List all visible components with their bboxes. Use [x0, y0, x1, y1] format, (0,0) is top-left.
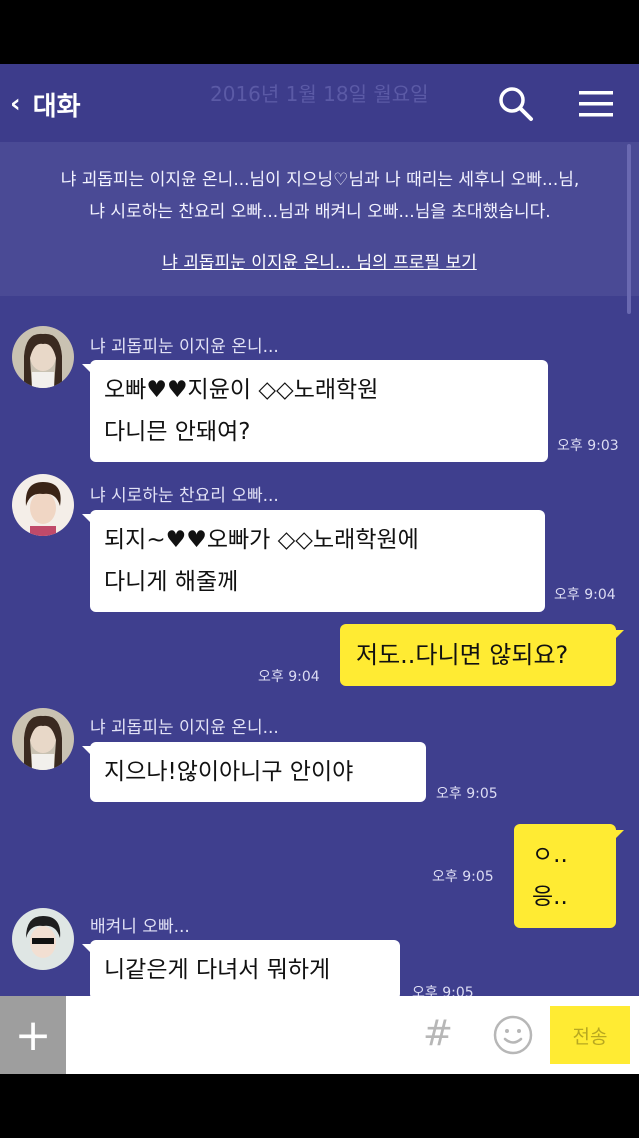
- sender-name: 냐 괴돕피눈 이지윤 온니...: [90, 337, 279, 357]
- message-bubble[interactable]: 니같은게 다녀서 뭐하게: [90, 940, 400, 1000]
- avatar[interactable]: [12, 474, 74, 536]
- message-text-line: 되지~♥♥오빠가 ◇◇노래학원에: [104, 527, 419, 553]
- message-time: 오후 9:04: [554, 587, 616, 603]
- search-icon[interactable]: [496, 84, 536, 124]
- message-time: 오후 9:05: [436, 786, 498, 802]
- message-text: 저도..다니면 않되요?: [356, 641, 569, 669]
- avatar[interactable]: [12, 908, 74, 970]
- message-time: 오후 9:05: [432, 869, 494, 885]
- my-message-bubble[interactable]: ㅇ..응..: [514, 824, 616, 928]
- chat-title: 대화: [32, 91, 81, 122]
- message-input-bar: + # 전송: [0, 996, 639, 1074]
- menu-icon[interactable]: [577, 84, 617, 124]
- sender-name: 냐 괴돕피눈 이지윤 온니...: [90, 718, 279, 738]
- emoji-icon[interactable]: [492, 1014, 534, 1056]
- message-text: ㅇ..응..: [532, 842, 568, 910]
- message-input[interactable]: [78, 1010, 398, 1060]
- message-text: 지으나!않이아니구 안이야: [104, 759, 354, 785]
- message-text-line: 다니믄 안돼여?: [104, 419, 251, 445]
- message-bubble[interactable]: 되지~♥♥오빠가 ◇◇노래학원에 다니게 해줄께: [90, 510, 545, 612]
- hashtag-button[interactable]: #: [418, 1014, 458, 1054]
- message-time: 오후 9:04: [258, 669, 320, 685]
- profile-link[interactable]: 냐 괴돕피눈 이지윤 온니... 님의 프로필 보기: [162, 253, 477, 273]
- message-text-line: 다니게 해줄께: [104, 569, 239, 595]
- status-bar: [0, 0, 639, 64]
- profile-link-row: 냐 괴돕피눈 이지윤 온니... 님의 프로필 보기: [0, 248, 639, 273]
- chat-screen: ‹ 대화 2016년 1월 18일 월요일 냐 괴돕피는 이지윤 온니...님이…: [0, 64, 639, 1074]
- message-text-line: 오빠♥♥지윤이 ◇◇노래학원: [104, 377, 379, 403]
- message-bubble[interactable]: 오빠♥♥지윤이 ◇◇노래학원 다니믄 안돼여?: [90, 360, 548, 462]
- message-bubble[interactable]: 지으나!않이아니구 안이야: [90, 742, 426, 802]
- sender-name: 냐 시로하눈 찬요리 오빠...: [90, 486, 279, 506]
- scrollbar[interactable]: [627, 144, 631, 314]
- bubble-tail: [614, 830, 624, 840]
- add-attachment-button[interactable]: +: [0, 996, 66, 1074]
- avatar[interactable]: [12, 326, 74, 388]
- back-button[interactable]: ‹ 대화: [10, 84, 81, 124]
- date-label: 2016년 1월 18일 월요일: [210, 82, 429, 106]
- chat-header: ‹ 대화 2016년 1월 18일 월요일: [0, 64, 639, 142]
- message-text: 니같은게 다녀서 뭐하게: [104, 957, 331, 983]
- sender-name: 배켜니 오빠...: [90, 917, 190, 937]
- message-time: 오후 9:03: [557, 438, 619, 454]
- invite-notice-text: 냐 괴돕피는 이지윤 온니...님이 지으닝♡님과 나 때리는 세후니 오빠..…: [60, 170, 580, 222]
- navigation-bar: [0, 1074, 639, 1138]
- bubble-tail: [614, 630, 624, 640]
- my-message-bubble[interactable]: 저도..다니면 않되요?: [340, 624, 616, 686]
- chevron-left-icon: ‹: [10, 89, 21, 119]
- send-button[interactable]: 전송: [550, 1006, 630, 1064]
- avatar[interactable]: [12, 708, 74, 770]
